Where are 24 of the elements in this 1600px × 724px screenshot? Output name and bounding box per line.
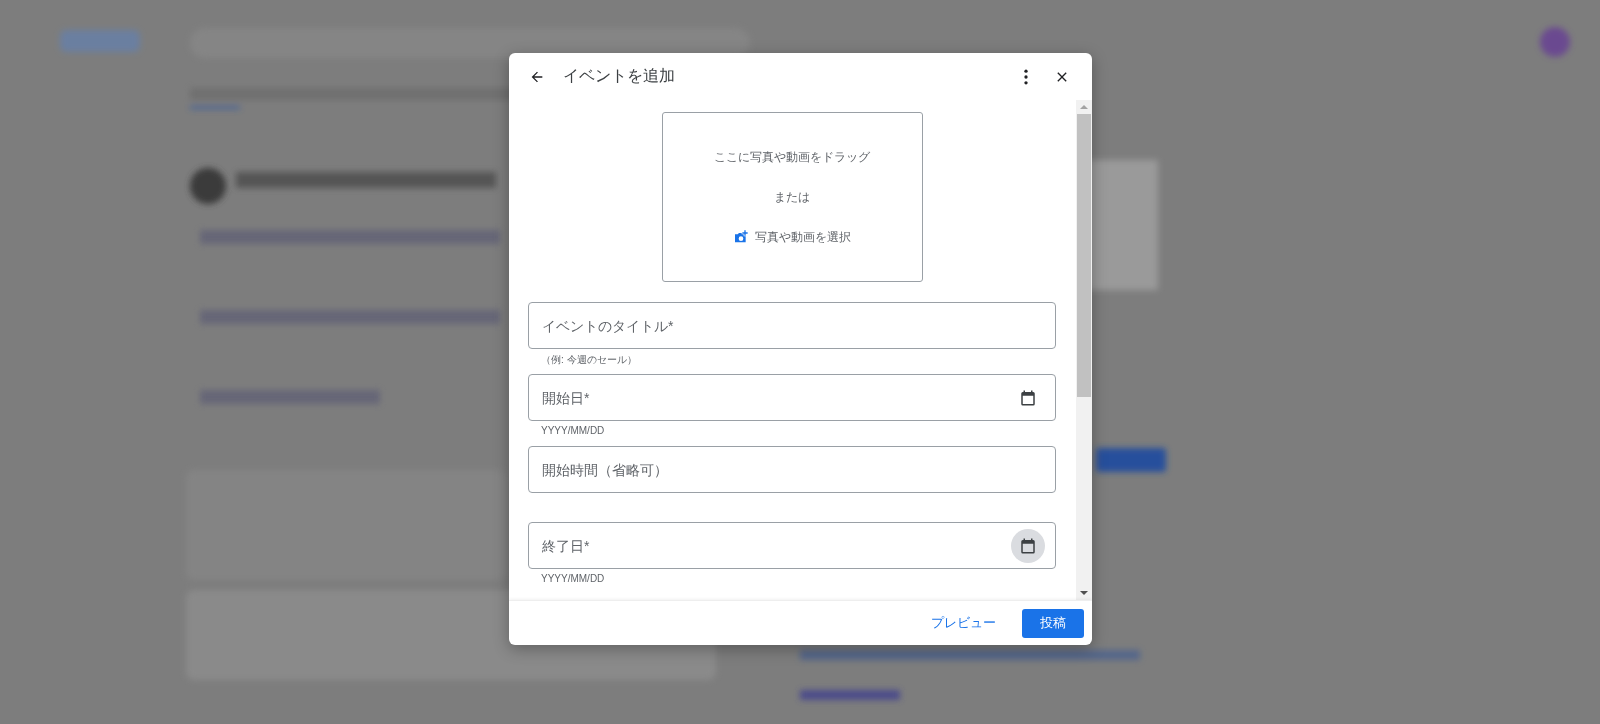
add-photo-icon xyxy=(733,229,749,245)
helper-text: YYYY/MM/DD xyxy=(540,572,605,586)
date-field[interactable]: 開始日* xyxy=(542,389,1011,406)
post-button[interactable]: 投稿 xyxy=(1022,608,1084,638)
date-field[interactable]: 終了日* xyxy=(542,537,1011,554)
calendar-icon[interactable] xyxy=(1019,536,1037,555)
blurred-avatar xyxy=(1540,27,1570,57)
select-media-link[interactable]: 写真や動画を選択 xyxy=(733,217,851,257)
text-field[interactable]: 開始時間（省略可） xyxy=(528,446,1056,493)
calendar-icon[interactable] xyxy=(1019,388,1037,407)
text-field[interactable]: 開始時間（省略可） xyxy=(542,461,1045,478)
upload-area[interactable]: ここに写真や動画をドラッグ または 写真や動画を選択 xyxy=(661,112,923,282)
drag-prompt: ここに写真や動画をドラッグ xyxy=(714,149,870,166)
scrollbar-thumb[interactable] xyxy=(1077,114,1091,397)
text-field[interactable]: イベントのタイトル* xyxy=(528,302,1056,349)
separator-text: または xyxy=(774,189,810,206)
scroll-down-icon[interactable] xyxy=(1080,591,1088,595)
dialog-title: イベントを追加 xyxy=(563,66,676,86)
date-field[interactable]: 終了日* xyxy=(528,522,1056,569)
preview-button[interactable]: プレビュー xyxy=(919,608,1008,638)
helper-text: （例: 今週のセール） xyxy=(540,353,637,367)
text-field[interactable]: イベントのタイトル* xyxy=(542,317,1045,334)
helper-text: YYYY/MM/DD xyxy=(540,424,605,438)
date-field[interactable]: 開始日* xyxy=(528,374,1056,421)
